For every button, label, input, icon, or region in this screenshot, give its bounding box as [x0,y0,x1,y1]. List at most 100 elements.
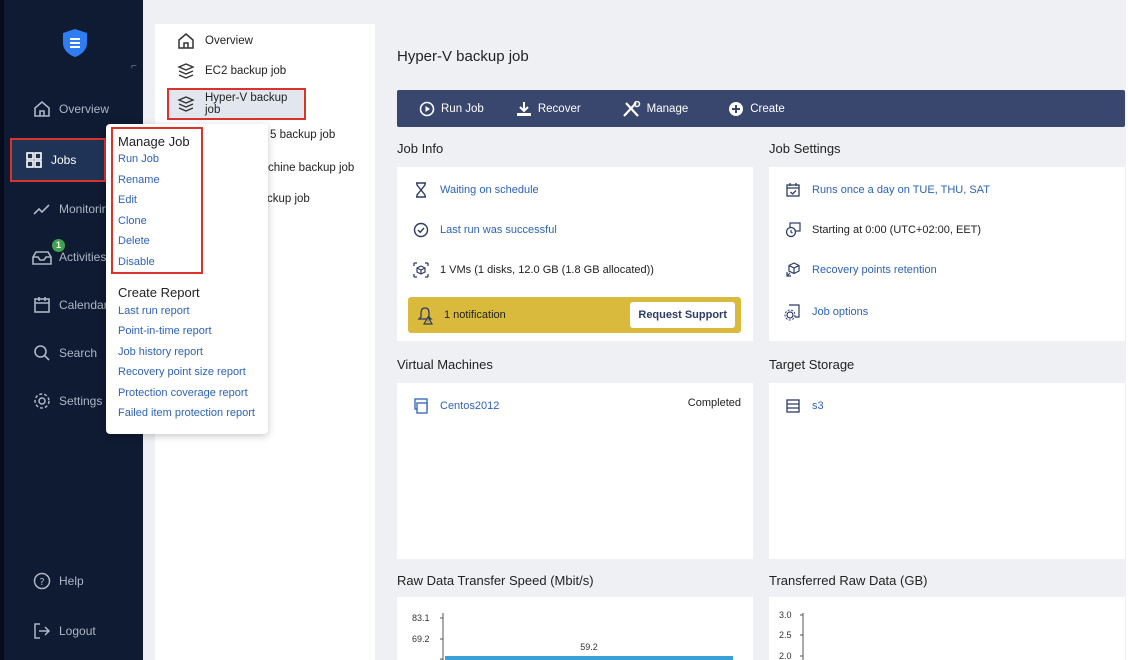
last-run-row: Last run was successful [412,221,557,239]
bell-warning-icon: ! [416,305,436,325]
speed-bar [445,656,733,660]
job-options-link[interactable]: Job options [812,306,868,318]
menu-failed-item-protection-report[interactable]: Failed item protection report [118,407,255,419]
grid-icon [24,150,44,170]
data-chart-svg: 3.0 2.5 2.0 [779,610,804,660]
joblist-item-job5[interactable]: chine backup job [268,162,354,174]
menu-point-in-time-report[interactable]: Point-in-time report [118,325,212,337]
home-icon [32,99,52,119]
sidebar-item-jobs[interactable]: Jobs [10,138,106,182]
storage-icon [784,397,802,415]
sidebar-item-overview[interactable]: Overview [14,94,144,124]
menu-protection-coverage-report[interactable]: Protection coverage report [118,387,248,399]
vm-window-icon [412,397,430,415]
menu-last-run-report[interactable]: Last run report [118,305,190,317]
job-options-row: Job options [784,303,868,321]
joblist-item-label: 5 backup job [270,129,336,141]
schedule-link[interactable]: Runs once a day on TUE, THU, SAT [812,184,990,196]
vm-summary-row: 1 VMs (1 disks, 12.0 GB (1.8 GB allocate… [412,261,654,279]
inbox-icon [32,247,52,267]
menu-edit[interactable]: Edit [118,194,137,206]
target-storage-title: Target Storage [769,357,855,372]
svg-text:!: ! [427,319,429,325]
activities-count-badge: 1 [52,239,65,252]
notification-text[interactable]: 1 notification [444,309,506,321]
speed-y-tick-label: 83.1 [412,613,430,623]
sidebar-item-label: Settings [59,394,103,408]
request-support-button[interactable]: Request Support [630,302,735,328]
speed-bar-data-label: 59.2 [580,642,598,652]
sidebar-item-logout[interactable]: Logout [14,616,144,646]
data-chart-title: Transferred Raw Data (GB) [769,573,928,588]
joblist-item-overview[interactable]: Overview [177,32,253,50]
menu-recovery-point-size-report[interactable]: Recovery point size report [118,366,246,378]
download-icon [516,101,532,117]
run-job-button[interactable]: Run Job [419,90,484,127]
job-settings-title: Job Settings [769,141,841,156]
settings-doc-icon [784,303,802,321]
menu-clone[interactable]: Clone [118,215,147,227]
joblist-item-ec2[interactable]: EC2 backup job [177,62,286,80]
data-y-tick-label: 2.0 [779,651,792,660]
speed-chart-card: 83.1 69.2 59.2 [397,597,753,660]
joblist-item-hyperv[interactable]: Hyper-V backup job [167,88,306,120]
clock-calendar-icon [784,221,802,239]
chart-line-icon [32,199,52,219]
create-button[interactable]: Create [728,90,785,127]
vm-row[interactable]: Centos2012 [412,397,499,415]
job-stack-icon [177,95,195,113]
job-status-row: Waiting on schedule [412,181,539,199]
job-settings-card: Runs once a day on TUE, THU, SAT Startin… [769,167,1125,341]
create-report-heading: Create Report [118,285,200,300]
hourglass-icon [412,181,430,199]
data-y-tick-label: 3.0 [779,610,792,620]
start-time-row: Starting at 0:00 (UTC+02:00, EET) [784,221,981,239]
search-icon [32,343,52,363]
main-content: Hyper-V backup job Run Job Recover Manag… [375,0,1128,660]
retention-link[interactable]: Recovery points retention [812,264,937,276]
joblist-item-label: chine backup job [268,162,355,174]
menu-job-history-report[interactable]: Job history report [118,346,203,358]
menu-rename[interactable]: Rename [118,174,160,186]
job-info-card: Waiting on schedule Last run was success… [397,167,753,341]
vm-name-link[interactable]: Centos2012 [440,400,499,412]
data-chart-card: 3.0 2.5 2.0 [769,597,1125,660]
job-info-title: Job Info [397,141,444,156]
start-time-text: Starting at 0:00 (UTC+02:00, EET) [812,224,982,236]
collapse-icon[interactable]: ⌐ [131,61,137,72]
speed-chart-svg: 83.1 69.2 59.2 [412,613,733,660]
shield-logo-icon[interactable] [62,28,88,58]
recover-button[interactable]: Recover [516,90,581,127]
plus-circle-icon [728,101,744,117]
menu-run-job[interactable]: Run Job [118,153,159,165]
sidebar-item-label: Help [59,574,84,588]
retention-row: Recovery points retention [784,261,937,279]
joblist-item-job6[interactable]: ckup job [267,193,310,205]
manage-job-heading: Manage Job [118,134,190,149]
create-label: Create [750,102,785,115]
sidebar-item-label: Activities [59,250,107,264]
vm-status-text: Completed [687,397,741,409]
data-y-tick-label: 2.5 [779,630,792,640]
job-toolbar: Run Job Recover Manage Create [397,90,1125,127]
menu-disable[interactable]: Disable [118,256,155,268]
manage-label: Manage [646,102,689,115]
menu-delete[interactable]: Delete [118,235,150,247]
svg-text:?: ? [39,577,44,588]
sidebar-item-label: Logout [59,624,96,638]
sidebar-item-help[interactable]: ? Help [14,566,144,596]
run-job-label: Run Job [441,102,484,115]
virtual-machines-card: Centos2012 Completed [397,383,753,559]
logout-icon [32,621,52,641]
joblist-item-job4[interactable]: 5 backup job [270,129,335,141]
job-status-link[interactable]: Waiting on schedule [440,184,539,196]
speed-y-tick-label: 69.2 [412,634,430,644]
last-run-link[interactable]: Last run was successful [440,224,557,236]
speed-chart-title: Raw Data Transfer Speed (Mbit/s) [397,573,594,588]
page-title: Hyper-V backup job [397,48,529,65]
manage-button[interactable]: Manage [621,90,689,127]
joblist-item-label: ckup job [267,193,310,205]
storage-row[interactable]: s3 [784,397,824,415]
storage-name-link[interactable]: s3 [812,400,824,412]
sidebar-item-label: Jobs [51,153,77,167]
